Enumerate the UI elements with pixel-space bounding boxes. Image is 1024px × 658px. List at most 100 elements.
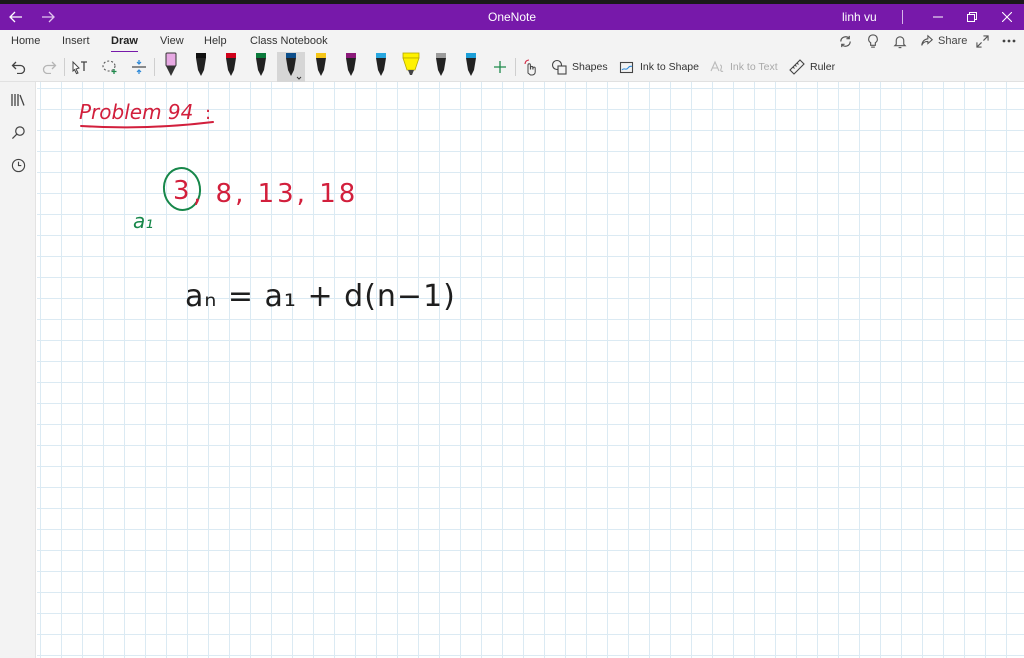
pen-icon [286, 53, 302, 80]
sequence: 3 , 8, 13, 18 a₁ [133, 167, 358, 233]
tab-insert[interactable]: Insert [62, 35, 90, 47]
touch-draw-icon [524, 59, 536, 76]
ruler-icon [789, 59, 805, 75]
lightbulb-icon [868, 33, 878, 48]
tab-view[interactable]: View [160, 35, 184, 47]
undo-icon [11, 61, 26, 74]
pen-icon [256, 53, 266, 76]
share-button[interactable]: Share [920, 32, 967, 50]
pen-pen-2[interactable] [190, 52, 212, 82]
page-canvas[interactable]: Problem 94 : 3 , 8, 13, 18 a₁ aₙ = a₁ + … [37, 82, 1024, 658]
pen-highlighter-9[interactable] [400, 52, 422, 82]
notebooks-button[interactable] [7, 89, 29, 111]
notebooks-icon [11, 94, 25, 106]
draw-toolbar: Shapes Ink to Shape Ink to Text Ruler [0, 52, 1024, 82]
pen-icon [346, 53, 356, 76]
sync-button[interactable] [838, 32, 853, 50]
pen-icon [376, 53, 386, 76]
pen-pen-7[interactable] [340, 52, 362, 82]
pen-pen-8[interactable] [370, 52, 392, 82]
shapes-icon [551, 59, 567, 75]
ink-to-shape-icon [619, 61, 634, 74]
problem-heading-suffix: : [205, 103, 211, 124]
tab-draw[interactable]: Draw [111, 35, 138, 53]
type-select-button[interactable] [69, 55, 91, 79]
left-nav [0, 82, 36, 658]
search-icon [11, 125, 25, 139]
close-icon [1002, 12, 1012, 22]
redo-button[interactable] [38, 55, 60, 79]
more-icon [1002, 39, 1016, 43]
arrow-right-icon [42, 11, 55, 23]
pen-pen-3[interactable] [220, 52, 242, 82]
shapes-label: Shapes [572, 61, 608, 73]
search-button[interactable] [7, 121, 29, 143]
tab-class-notebook[interactable]: Class Notebook [250, 35, 328, 47]
pen-icon [466, 53, 476, 76]
user-name[interactable]: linh vu [842, 10, 877, 24]
ink-to-text-icon [710, 60, 724, 72]
sync-icon [840, 35, 851, 47]
pen-icon [316, 53, 326, 76]
first-term-label: a₁ [133, 209, 153, 233]
pen-pen-5[interactable] [277, 52, 305, 82]
pen-icon [436, 53, 446, 76]
title-separator [902, 10, 903, 24]
pen-pen-6[interactable] [310, 52, 332, 82]
toolbar-separator [154, 58, 155, 76]
tab-help[interactable]: Help [204, 35, 227, 47]
highlighter-icon [402, 52, 420, 75]
toolbar-separator [515, 58, 516, 76]
tab-home[interactable]: Home [11, 35, 40, 47]
ink-to-text-button[interactable]: Ink to Text [709, 55, 778, 79]
sequence-rest: , 8, 13, 18 [193, 179, 358, 209]
undo-button[interactable] [8, 55, 30, 79]
pen-pen-11[interactable] [460, 52, 482, 82]
title-bar: OneNote linh vu [0, 0, 1024, 30]
restore-button[interactable] [960, 4, 984, 30]
sequence-first-term: 3 [173, 176, 190, 206]
type-select-icon [72, 60, 87, 75]
lasso-select-button[interactable] [99, 55, 121, 79]
forward-button[interactable] [34, 4, 62, 30]
bell-icon [893, 35, 907, 48]
minimize-icon [933, 16, 943, 18]
problem-heading: Problem 94 : [79, 100, 214, 129]
arrow-left-icon [9, 11, 22, 23]
minimize-button[interactable] [926, 4, 950, 30]
share-label: Share [938, 35, 968, 47]
insert-space-icon [132, 60, 146, 74]
ink-layer: Problem 94 : 3 , 8, 13, 18 a₁ aₙ = a₁ + … [79, 100, 456, 314]
redo-icon [42, 61, 57, 74]
clock-icon [11, 158, 25, 172]
pen-pencil-1[interactable] [160, 52, 182, 82]
lasso-icon [102, 60, 117, 74]
ruler-button[interactable]: Ruler [789, 55, 835, 79]
ink-to-text-label: Ink to Text [730, 61, 778, 73]
plus-icon [494, 61, 506, 73]
pencil-icon [165, 52, 177, 76]
pen-icon [226, 53, 236, 76]
touch-drawing-button[interactable] [519, 55, 543, 79]
expand-icon [976, 34, 989, 48]
close-button[interactable] [994, 4, 1020, 30]
pen-icon [196, 53, 206, 76]
problem-heading-text: Problem 94 [79, 100, 193, 124]
more-options-button[interactable] [1002, 32, 1016, 50]
restore-icon [967, 12, 977, 22]
add-space-button[interactable] [128, 55, 150, 79]
fullscreen-button[interactable] [976, 32, 989, 50]
back-button[interactable] [2, 4, 30, 30]
shapes-button[interactable]: Shapes [551, 55, 608, 79]
recent-notes-button[interactable] [7, 154, 29, 176]
ink-to-shape-label: Ink to Shape [640, 61, 699, 73]
notifications-button[interactable] [893, 32, 907, 50]
add-pen-button[interactable] [489, 55, 511, 79]
pen-pen-10[interactable] [430, 52, 452, 82]
tell-me-button[interactable] [866, 32, 880, 50]
formula: aₙ = a₁ + d(n−1) [185, 279, 456, 314]
pen-pen-4[interactable] [250, 52, 272, 82]
ink-to-shape-button[interactable]: Ink to Shape [619, 55, 699, 79]
toolbar-separator [64, 58, 65, 76]
ribbon-tabs: Home Insert Draw View Help Class Noteboo… [0, 30, 1024, 53]
